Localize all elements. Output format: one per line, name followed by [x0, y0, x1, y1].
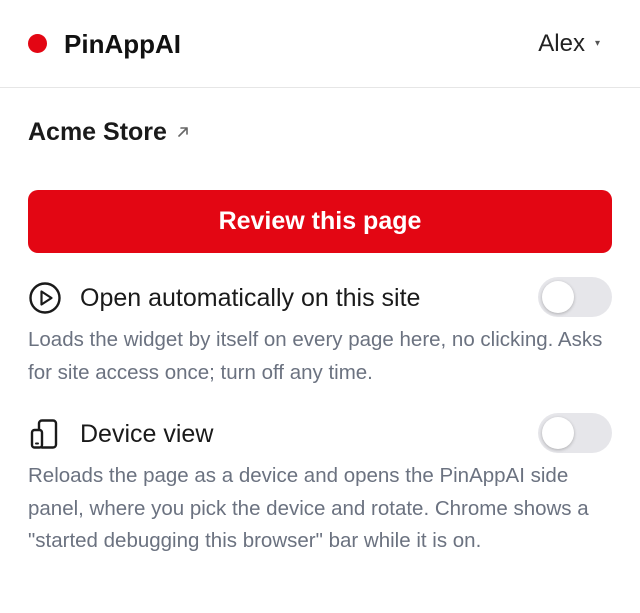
toggle-knob: [542, 281, 574, 313]
user-menu[interactable]: Alex ▾: [538, 28, 600, 60]
caret-down-icon: ▾: [594, 38, 600, 49]
play-circle-icon: [28, 281, 62, 315]
option-auto-open-label: Open automatically on this site: [80, 284, 421, 312]
site-link[interactable]: Acme Store: [28, 116, 191, 148]
toggle-knob: [542, 417, 574, 449]
review-page-button[interactable]: Review this page: [28, 190, 612, 253]
auto-open-toggle[interactable]: [538, 277, 612, 317]
header: PinAppAI Alex ▾: [0, 0, 640, 88]
external-arrow-icon: [178, 127, 188, 137]
device-view-toggle[interactable]: [538, 413, 612, 453]
user-name: Alex: [538, 30, 585, 57]
option-auto-open-description: Loads the widget by itself on every page…: [28, 328, 603, 384]
brand-name: PinAppAI: [64, 29, 181, 59]
option-device-view-description: Reloads the page as a device and opens t…: [28, 464, 589, 552]
option-auto-open-row: Open automatically on this site: [28, 281, 420, 315]
option-device-view-label: Device view: [80, 420, 214, 448]
device-view-icon: [28, 417, 62, 451]
option-device-view-row: Device view: [28, 417, 213, 451]
site-name: Acme Store: [28, 118, 167, 146]
brand-logo-dot: [28, 34, 47, 53]
